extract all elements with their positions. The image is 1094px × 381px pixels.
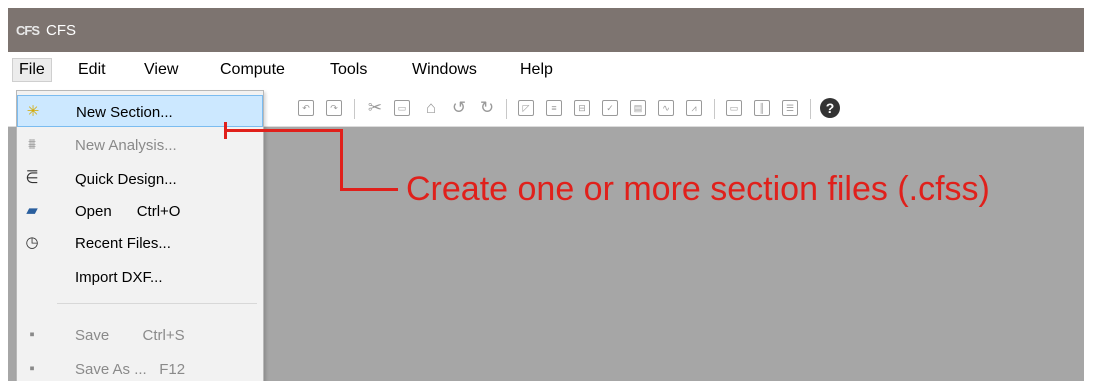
columns-icon[interactable]: ║ (754, 100, 770, 116)
window-title: CFS (46, 22, 76, 39)
new-section-icon: ✳ (26, 103, 40, 120)
menu-item-import-dxf[interactable]: Import DXF... (17, 261, 263, 293)
menu-item-label: New Section... (76, 104, 173, 121)
menu-compute[interactable]: Compute (220, 61, 285, 79)
save-icon: ▪ (29, 326, 35, 343)
section-properties-icon[interactable]: ◸ (518, 100, 534, 116)
paste-icon[interactable]: ⌂ (422, 99, 440, 117)
toolbar-separator (354, 99, 355, 119)
menu-item-quick-design[interactable]: ⋶ Quick Design... (17, 163, 263, 195)
menu-item-label: Import DXF... (75, 269, 163, 286)
rotate-right-icon[interactable]: ↻ (478, 99, 496, 117)
menu-item-label: Quick Design... (75, 171, 177, 188)
menu-item-label: Open Ctrl+O (75, 203, 181, 220)
title-bar: CFS CFS (8, 8, 1084, 52)
element-icon[interactable]: ⊟ (574, 100, 590, 116)
report-icon[interactable]: ▤ (630, 100, 646, 116)
menu-view[interactable]: View (144, 61, 178, 79)
annotation-callout: Create one or more section files (.cfss) (406, 170, 990, 208)
menu-edit[interactable]: Edit (78, 61, 106, 79)
menu-windows[interactable]: Windows (412, 61, 477, 79)
menu-bar: File Edit View Compute Tools Windows Hel… (8, 52, 1084, 90)
rows-icon[interactable]: ☰ (782, 100, 798, 116)
redo-icon[interactable]: ↷ (326, 100, 342, 116)
copy-icon[interactable]: ▭ (394, 100, 410, 116)
toolbar-separator (810, 99, 811, 119)
menu-item-save-as: ▪ Save As ... F12 (17, 353, 263, 381)
graph-alt-icon[interactable]: ⩘ (686, 100, 702, 116)
recent-files-icon: ◷ (25, 234, 39, 251)
check-icon[interactable]: ✓ (602, 100, 618, 116)
menu-file[interactable]: File (12, 58, 52, 82)
quick-design-icon: ⋶ (25, 170, 39, 187)
help-icon[interactable]: ? (820, 98, 840, 118)
graph-icon[interactable]: ∿ (658, 100, 674, 116)
cfs-app-icon: CFS (16, 23, 40, 38)
menu-tools[interactable]: Tools (330, 61, 367, 79)
cut-icon[interactable]: ✂ (366, 99, 384, 117)
menu-item-save: ▪ Save Ctrl+S (17, 319, 263, 351)
menu-item-recent-files[interactable]: ◷ Recent Files... (17, 227, 263, 259)
undo-icon[interactable]: ↶ (298, 100, 314, 116)
menu-help[interactable]: Help (520, 61, 553, 79)
menu-item-label: New Analysis... (75, 137, 177, 154)
save-as-icon: ▪ (29, 360, 35, 377)
menu-item-open[interactable]: ▰ Open Ctrl+O (17, 195, 263, 227)
menu-item-label: Save Ctrl+S (75, 327, 185, 344)
annotation-connector (340, 129, 343, 191)
edit-section-icon[interactable]: ≡ (546, 100, 562, 116)
rotate-left-icon[interactable]: ↺ (450, 99, 468, 117)
toolbar-separator (714, 99, 715, 119)
open-folder-icon: ▰ (26, 202, 38, 219)
annotation-connector (340, 188, 398, 191)
toolbar-separator (506, 99, 507, 119)
annotation-connector (224, 129, 342, 132)
menu-item-label: Save As ... F12 (75, 361, 186, 378)
new-analysis-icon: ⩩ (27, 136, 36, 153)
window-icon[interactable]: ▭ (726, 100, 742, 116)
menu-item-label: Recent Files... (75, 235, 171, 252)
menu-separator (57, 303, 257, 304)
